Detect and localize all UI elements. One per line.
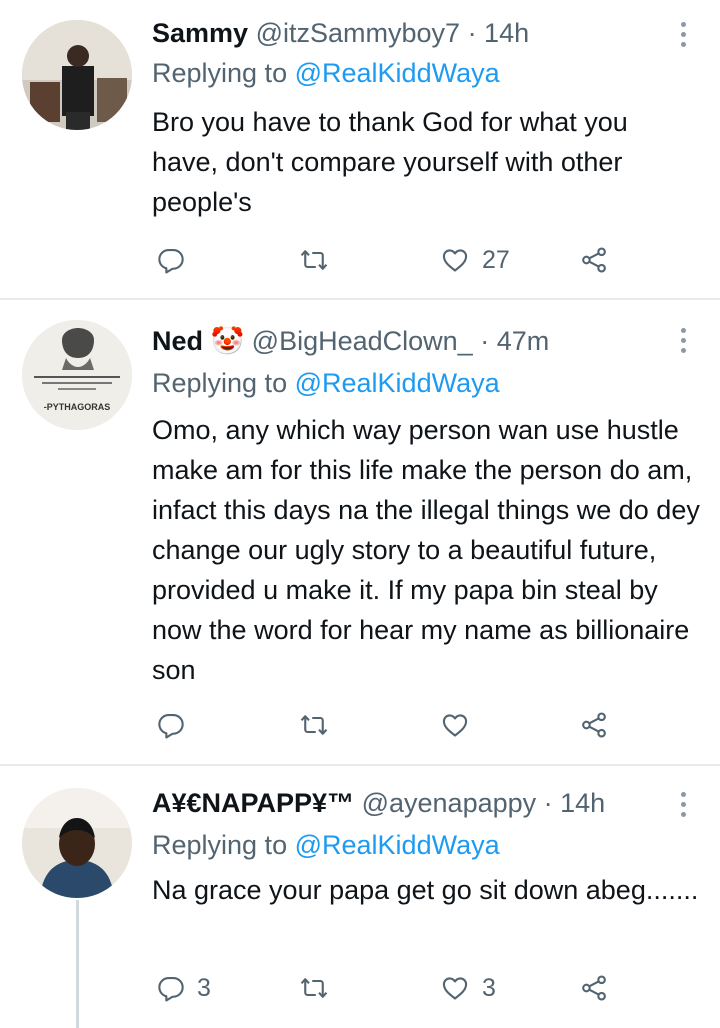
tweet-header: Sammy @itzSammyboy7 · 14h [152,16,660,50]
like-count: 3 [482,973,496,1002]
avatar[interactable] [22,20,132,130]
share-icon [580,711,608,739]
like-icon [440,974,470,1002]
replying-mention[interactable]: @RealKiddWaya [295,830,500,860]
clown-emoji: 🤡 [210,326,245,356]
share-icon [580,974,608,1002]
retweet-button[interactable] [299,240,341,280]
reply-icon [157,974,185,1002]
tweet-1[interactable]: Sammy @itzSammyboy7 · 14h Replying to @R… [0,0,720,298]
avatar-photo [22,20,132,130]
timestamp[interactable]: · 47m [480,326,549,356]
action-bar: 27 [0,240,720,280]
avatar[interactable]: -PYTHAGORAS [22,320,132,430]
retweet-icon [299,711,329,739]
reply-icon [157,246,185,274]
like-icon [440,711,470,739]
action-bar [0,705,720,745]
avatar-caption: -PYTHAGORAS [43,402,111,412]
replying-to: Replying to @RealKiddWaya [152,366,500,400]
reply-button[interactable]: 3 [157,968,211,1008]
replying-label: Replying to [152,368,288,398]
replying-mention[interactable]: @RealKiddWaya [295,368,500,398]
like-count: 27 [482,245,510,274]
reply-button[interactable] [157,240,197,280]
more-icon[interactable] [678,22,688,47]
replying-label: Replying to [152,830,288,860]
share-icon [580,246,608,274]
user-handle[interactable]: @itzSammyboy7 [256,18,460,48]
retweet-button[interactable] [299,705,341,745]
reply-count: 3 [197,973,211,1002]
replying-to: Replying to @RealKiddWaya [152,828,500,862]
tweet-header: Ned 🤡 @BigHeadClown_ · 47m [152,324,660,358]
tweet-2[interactable]: -PYTHAGORAS Ned 🤡 @BigHeadClown_ · 47m R… [0,300,720,764]
like-icon [440,246,470,274]
retweet-icon [299,246,329,274]
like-button[interactable] [440,705,482,745]
thread-connector [76,900,79,1028]
retweet-icon [299,974,329,1002]
share-button[interactable] [580,240,608,280]
replying-to: Replying to @RealKiddWaya [152,56,500,90]
tweet-header: A¥€NAPAPP¥™ @ayenapappy · 14h [152,786,660,820]
reply-icon [157,711,185,739]
timestamp[interactable]: · 14h [544,788,606,818]
avatar[interactable] [22,788,132,898]
like-button[interactable]: 27 [440,240,510,280]
display-name[interactable]: Sammy [152,18,248,48]
avatar-photo [22,788,132,898]
share-button[interactable] [580,705,608,745]
user-handle[interactable]: @BigHeadClown_ [252,326,473,356]
replying-mention[interactable]: @RealKiddWaya [295,58,500,88]
tweet-text: Omo, any which way person wan use hustle… [152,415,700,685]
share-button[interactable] [580,968,608,1008]
tweet-3[interactable]: A¥€NAPAPP¥™ @ayenapappy · 14h Replying t… [0,766,720,1028]
timestamp[interactable]: · 14h [468,18,530,48]
replying-label: Replying to [152,58,288,88]
action-bar: 3 3 [0,968,720,1008]
display-name[interactable]: A¥€NAPAPP¥™ [152,788,354,818]
avatar-bust-image [22,320,132,430]
retweet-button[interactable] [299,968,341,1008]
more-icon[interactable] [678,792,688,817]
reply-button[interactable] [157,705,197,745]
user-handle[interactable]: @ayenapappy [362,788,537,818]
tweet-text: Bro you have to thank God for what you h… [152,107,628,217]
more-icon[interactable] [678,328,688,353]
tweet-text: Na grace your papa get go sit down abeg.… [152,875,699,905]
like-button[interactable]: 3 [440,968,496,1008]
display-name[interactable]: Ned [152,326,203,356]
